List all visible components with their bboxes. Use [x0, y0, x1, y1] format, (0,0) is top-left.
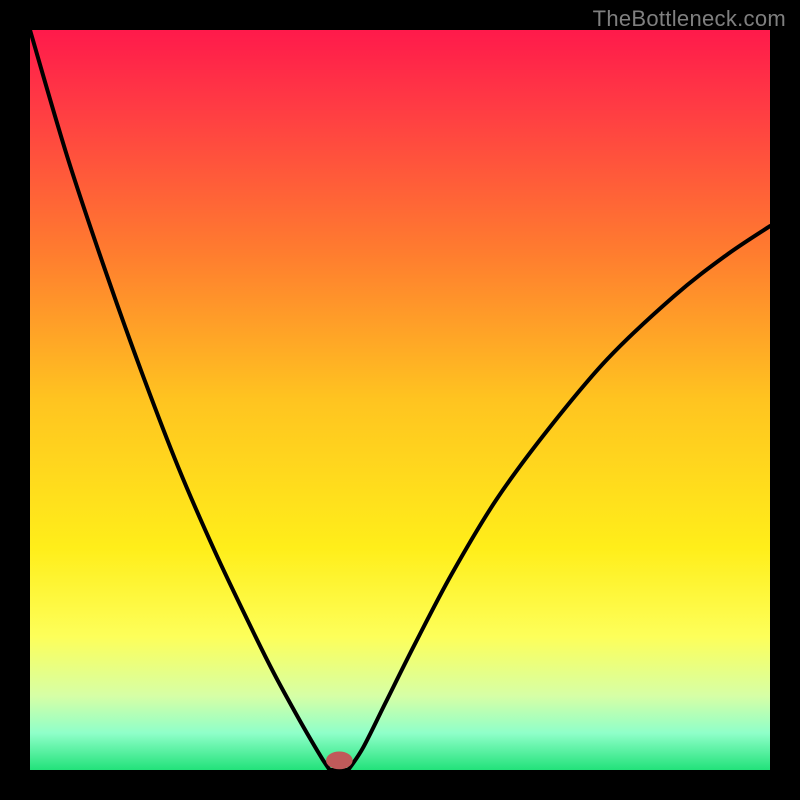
chart-plot [30, 30, 770, 770]
gradient-background [30, 30, 770, 770]
chart-frame: TheBottleneck.com [0, 0, 800, 800]
watermark-text: TheBottleneck.com [593, 6, 786, 32]
tip-marker [326, 752, 353, 770]
